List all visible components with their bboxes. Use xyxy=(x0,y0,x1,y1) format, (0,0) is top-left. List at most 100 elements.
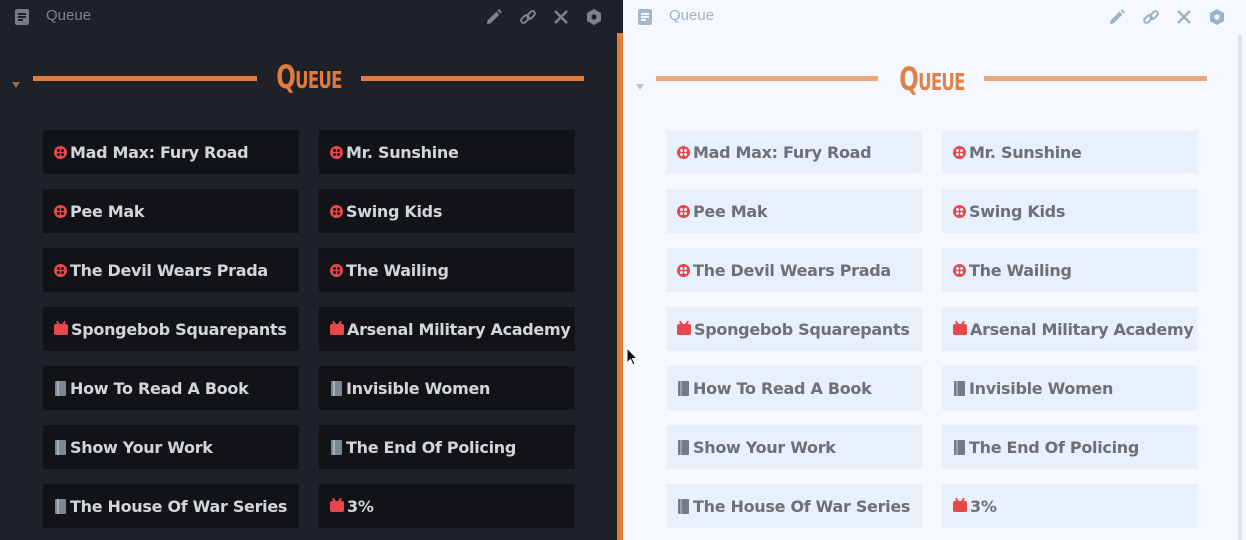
queue-item-label: Arsenal Military Academy xyxy=(347,319,571,339)
section-heading: QUEUE xyxy=(899,60,965,98)
queue-item[interactable]: Swing Kids xyxy=(942,189,1198,233)
queue-item[interactable]: Mr. Sunshine xyxy=(319,130,575,174)
pane-title: Queue xyxy=(46,7,92,24)
movie-icon xyxy=(330,263,343,277)
book-icon xyxy=(331,380,342,396)
heading-rule-left xyxy=(33,76,257,81)
book-icon xyxy=(678,498,689,514)
queue-item[interactable]: 3% xyxy=(942,484,1198,528)
movie-icon xyxy=(953,145,966,159)
close-icon[interactable] xyxy=(551,7,571,27)
queue-item[interactable]: Pee Mak xyxy=(666,189,922,233)
queue-item[interactable]: 3% xyxy=(319,484,575,528)
queue-pane-light: Queue QUEUE Mad Max: Fury Road Mr. Sunsh… xyxy=(623,0,1246,540)
queue-item[interactable]: The End Of Policing xyxy=(319,425,575,469)
heading-rule-left xyxy=(656,76,878,81)
close-icon[interactable] xyxy=(1174,7,1194,27)
tv-icon xyxy=(953,501,967,512)
queue-item[interactable]: Mad Max: Fury Road xyxy=(43,130,299,174)
book-icon xyxy=(55,439,66,455)
queue-item-label: Swing Kids xyxy=(346,201,443,221)
queue-item[interactable]: The Devil Wears Prada xyxy=(666,248,922,292)
queue-item[interactable]: Show Your Work xyxy=(666,425,922,469)
movie-icon xyxy=(54,263,67,277)
queue-item[interactable]: Invisible Women xyxy=(319,366,575,410)
queue-item-label: Mad Max: Fury Road xyxy=(70,142,249,162)
queue-item[interactable]: The Wailing xyxy=(942,248,1198,292)
queue-item-label: Show Your Work xyxy=(693,437,836,457)
pane-title: Queue xyxy=(669,7,715,24)
queue-item[interactable]: How To Read A Book xyxy=(666,366,922,410)
book-icon xyxy=(678,380,689,396)
link-icon[interactable] xyxy=(518,7,538,27)
queue-item-label: How To Read A Book xyxy=(70,378,249,398)
pane-titlebar: Queue xyxy=(0,0,623,33)
book-icon xyxy=(954,439,965,455)
queue-item-label: The Wailing xyxy=(346,260,449,280)
queue-item-label: Invisible Women xyxy=(969,378,1114,398)
collapse-toggle-icon[interactable] xyxy=(636,84,644,90)
heading-rule-right xyxy=(361,76,584,81)
queue-item-label: The House Of War Series xyxy=(70,496,288,516)
queue-item[interactable]: How To Read A Book xyxy=(43,366,299,410)
queue-item-label: The House Of War Series xyxy=(693,496,911,516)
settings-icon[interactable] xyxy=(1207,7,1227,27)
queue-item-label: Pee Mak xyxy=(693,201,768,221)
queue-item[interactable]: Arsenal Military Academy xyxy=(319,307,575,351)
movie-icon xyxy=(54,204,67,218)
movie-icon xyxy=(330,204,343,218)
queue-item-label: 3% xyxy=(970,496,997,516)
book-icon xyxy=(55,380,66,396)
scrollbar[interactable] xyxy=(1238,35,1242,540)
heading-rule-right xyxy=(984,76,1207,81)
edit-icon[interactable] xyxy=(484,7,504,27)
queue-item-label: Show Your Work xyxy=(70,437,213,457)
pane-titlebar: Queue xyxy=(623,0,1246,33)
movie-icon xyxy=(54,145,67,159)
book-icon xyxy=(331,439,342,455)
link-icon[interactable] xyxy=(1141,7,1161,27)
tv-icon xyxy=(953,324,967,335)
queue-item-label: Arsenal Military Academy xyxy=(970,319,1194,339)
queue-item-label: The End Of Policing xyxy=(969,437,1140,457)
queue-item[interactable]: Spongebob Squarepants xyxy=(43,307,299,351)
book-icon xyxy=(954,380,965,396)
document-icon xyxy=(638,9,652,25)
collapse-toggle-icon[interactable] xyxy=(12,82,20,88)
movie-icon xyxy=(953,263,966,277)
queue-item[interactable]: The House Of War Series xyxy=(666,484,922,528)
movie-icon xyxy=(677,263,690,277)
queue-item-label: Invisible Women xyxy=(346,378,491,398)
tv-icon xyxy=(54,324,68,335)
queue-item[interactable]: The Devil Wears Prada xyxy=(43,248,299,292)
queue-item[interactable]: Invisible Women xyxy=(942,366,1198,410)
queue-item[interactable]: Mr. Sunshine xyxy=(942,130,1198,174)
queue-item-label: Spongebob Squarepants xyxy=(71,319,287,339)
edit-icon[interactable] xyxy=(1107,7,1127,27)
movie-icon xyxy=(953,204,966,218)
queue-item[interactable]: Swing Kids xyxy=(319,189,575,233)
queue-item-label: Mr. Sunshine xyxy=(346,142,459,162)
section-heading: QUEUE xyxy=(276,58,342,96)
queue-item-label: The Devil Wears Prada xyxy=(693,260,891,280)
queue-item[interactable]: Mad Max: Fury Road xyxy=(666,130,922,174)
settings-icon[interactable] xyxy=(584,7,604,27)
queue-item-label: Spongebob Squarepants xyxy=(694,319,910,339)
queue-item-label: The End Of Policing xyxy=(346,437,517,457)
book-icon xyxy=(678,439,689,455)
queue-item[interactable]: Pee Mak xyxy=(43,189,299,233)
queue-item[interactable]: Arsenal Military Academy xyxy=(942,307,1198,351)
queue-item[interactable]: The House Of War Series xyxy=(43,484,299,528)
queue-item[interactable]: Spongebob Squarepants xyxy=(666,307,922,351)
tv-icon xyxy=(677,324,691,335)
queue-item[interactable]: The Wailing xyxy=(319,248,575,292)
queue-item[interactable]: Show Your Work xyxy=(43,425,299,469)
book-icon xyxy=(55,498,66,514)
tv-icon xyxy=(330,501,344,512)
queue-item[interactable]: The End Of Policing xyxy=(942,425,1198,469)
queue-item-label: Mr. Sunshine xyxy=(969,142,1082,162)
queue-item-label: Swing Kids xyxy=(969,201,1066,221)
queue-item-label: Pee Mak xyxy=(70,201,145,221)
tv-icon xyxy=(330,324,344,335)
queue-item-label: How To Read A Book xyxy=(693,378,872,398)
